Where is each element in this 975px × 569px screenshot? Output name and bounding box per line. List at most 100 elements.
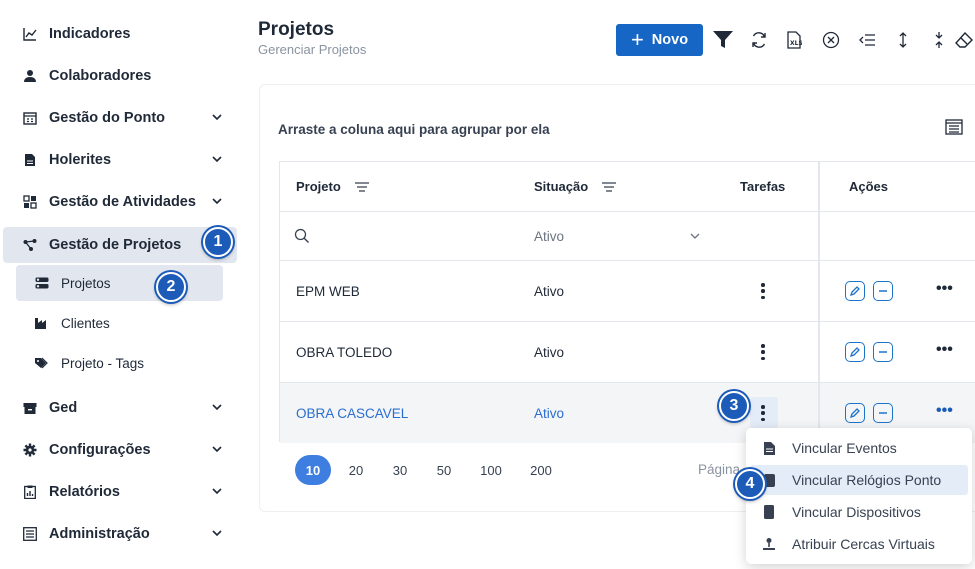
sidebar-item-ged[interactable]: Ged	[3, 390, 237, 426]
step-badge-1: 1	[203, 227, 233, 257]
tasks-menu-icon[interactable]	[761, 405, 765, 421]
more-options-icon[interactable]: •••	[936, 342, 953, 358]
sidebar-item-label: Administração	[49, 526, 150, 542]
sidebar-item-label: Ged	[49, 400, 78, 416]
menu-item-vincular-eventos[interactable]: Vincular Eventos	[750, 433, 968, 463]
sidebar-item-indicadores[interactable]: Indicadores	[3, 16, 237, 52]
grid-icon	[22, 194, 38, 210]
grid-header-row: Projeto Situação Tarefas Ações	[280, 162, 975, 212]
page-size-200[interactable]: 200	[524, 455, 558, 485]
sidebar-subitem-label: Clientes	[61, 315, 110, 331]
situacao-filter-select[interactable]: Ativo	[534, 212, 700, 260]
toggle-list-icon	[35, 276, 49, 290]
calendar-icon	[22, 110, 38, 126]
disable-icon[interactable]	[873, 281, 893, 301]
sidebar-subitem-clientes[interactable]: Clientes	[16, 305, 223, 341]
column-header-tarefas[interactable]: Tarefas	[740, 162, 785, 211]
cell-situacao: Ativo	[534, 405, 565, 421]
sidebar-item-label: Configurações	[49, 442, 151, 458]
page-size-10[interactable]: 10	[295, 455, 331, 485]
tasks-menu-icon[interactable]	[761, 344, 765, 360]
sidebar-subitem-projeto-tags[interactable]: Projeto - Tags	[16, 345, 223, 381]
table-row[interactable]: EPM WEB Ativo •••	[280, 261, 975, 322]
menu-item-atribuir-cercas-virtuais[interactable]: Atribuir Cercas Virtuais	[750, 529, 968, 559]
fixed-column-divider	[818, 162, 820, 443]
step-badge-3: 3	[719, 391, 749, 421]
grid-filter-row: Ativo	[280, 212, 975, 261]
step-badge-4: 4	[735, 469, 765, 499]
search-icon[interactable]	[294, 212, 310, 260]
sort-filter-icon[interactable]	[602, 181, 617, 192]
sidebar-item-label: Indicadores	[49, 26, 131, 42]
cell-projeto: OBRA TOLEDO	[296, 344, 393, 360]
sidebar-item-holerites[interactable]: Holerites	[3, 142, 237, 178]
sidebar-item-gestao-atividades[interactable]: Gestão de Atividades	[3, 184, 237, 220]
expand-vertical-icon[interactable]	[891, 28, 915, 52]
gear-icon	[22, 442, 38, 458]
sidebar-item-colaboradores[interactable]: Colaboradores	[3, 58, 237, 94]
sidebar-item-gestao-ponto[interactable]: Gestão do Ponto	[3, 100, 237, 136]
more-options-icon[interactable]: •••	[936, 281, 953, 297]
disable-icon[interactable]	[873, 342, 893, 362]
clear-filter-icon[interactable]	[819, 28, 843, 52]
group-panel-hint: Arraste a coluna aqui para agrupar por e…	[278, 122, 550, 137]
excel-export-icon[interactable]: XLS	[782, 28, 806, 52]
sidebar-item-label: Gestão de Projetos	[49, 237, 182, 253]
step-badge-2: 2	[156, 272, 186, 302]
sidebar-item-configuracoes[interactable]: Configurações	[3, 432, 237, 468]
edit-icon[interactable]	[845, 281, 865, 301]
disable-icon[interactable]	[873, 403, 893, 423]
new-button[interactable]: + Novo	[616, 24, 703, 56]
page-size-100[interactable]: 100	[474, 455, 508, 485]
page-size-20[interactable]: 20	[342, 455, 370, 485]
cell-situacao: Ativo	[534, 344, 565, 360]
chevron-down-icon	[690, 231, 700, 241]
factory-icon	[35, 316, 49, 330]
menu-item-label: Vincular Eventos	[792, 440, 897, 456]
eraser-icon[interactable]	[952, 28, 975, 52]
chevron-down-icon	[211, 153, 223, 165]
chevron-down-icon	[211, 485, 223, 497]
svg-text:XLS: XLS	[790, 40, 802, 47]
column-header-projeto[interactable]: Projeto	[296, 162, 369, 211]
table-row[interactable]: OBRA TOLEDO Ativo •••	[280, 322, 975, 383]
column-header-situacao[interactable]: Situação	[534, 162, 617, 211]
sidebar-item-label: Relatórios	[49, 484, 120, 500]
edit-icon[interactable]	[845, 403, 865, 423]
sidebar-subitem-projetos[interactable]: Projetos	[16, 265, 223, 301]
menu-item-vincular-relogios-ponto[interactable]: Vincular Relógios Ponto	[750, 465, 968, 495]
sidebar-item-administracao[interactable]: Administração	[3, 516, 237, 552]
collapse-left-icon[interactable]	[855, 28, 879, 52]
page-subtitle: Gerenciar Projetos	[258, 42, 367, 57]
column-header-label: Projeto	[296, 179, 341, 194]
page-size-30[interactable]: 30	[386, 455, 414, 485]
chevron-down-icon	[211, 401, 223, 413]
sidebar-item-relatorios[interactable]: Relatórios	[3, 474, 237, 510]
more-options-icon[interactable]: •••	[936, 403, 953, 419]
sidebar: Indicadores Colaboradores Gestão do Pont…	[0, 0, 240, 569]
report-icon	[22, 484, 38, 500]
edit-icon[interactable]	[845, 342, 865, 362]
sidebar-item-gestao-projetos[interactable]: Gestão de Projetos	[3, 227, 237, 263]
tasks-menu-icon[interactable]	[761, 283, 765, 299]
location-pin-icon	[762, 537, 776, 551]
column-header-acoes[interactable]: Ações	[849, 162, 888, 211]
sidebar-item-label: Gestão do Ponto	[49, 110, 165, 126]
filter-icon[interactable]	[711, 28, 735, 52]
refresh-icon[interactable]	[747, 28, 771, 52]
page-label: Página	[698, 462, 741, 477]
mobile-device-icon	[762, 505, 776, 519]
collapse-vertical-icon[interactable]	[927, 28, 951, 52]
tag-icon	[35, 356, 49, 370]
sidebar-item-label: Colaboradores	[49, 68, 152, 84]
cell-projeto: EPM WEB	[296, 283, 360, 299]
archive-box-icon	[22, 400, 38, 416]
sort-filter-icon[interactable]	[354, 181, 369, 192]
page-size-50[interactable]: 50	[430, 455, 458, 485]
menu-item-label: Atribuir Cercas Virtuais	[792, 536, 935, 552]
column-chooser-icon[interactable]	[945, 119, 965, 139]
project-tree-icon	[22, 237, 38, 253]
menu-item-label: Vincular Relógios Ponto	[792, 472, 942, 488]
situacao-filter-value: Ativo	[534, 228, 565, 244]
menu-item-vincular-dispositivos[interactable]: Vincular Dispositivos	[750, 497, 968, 527]
